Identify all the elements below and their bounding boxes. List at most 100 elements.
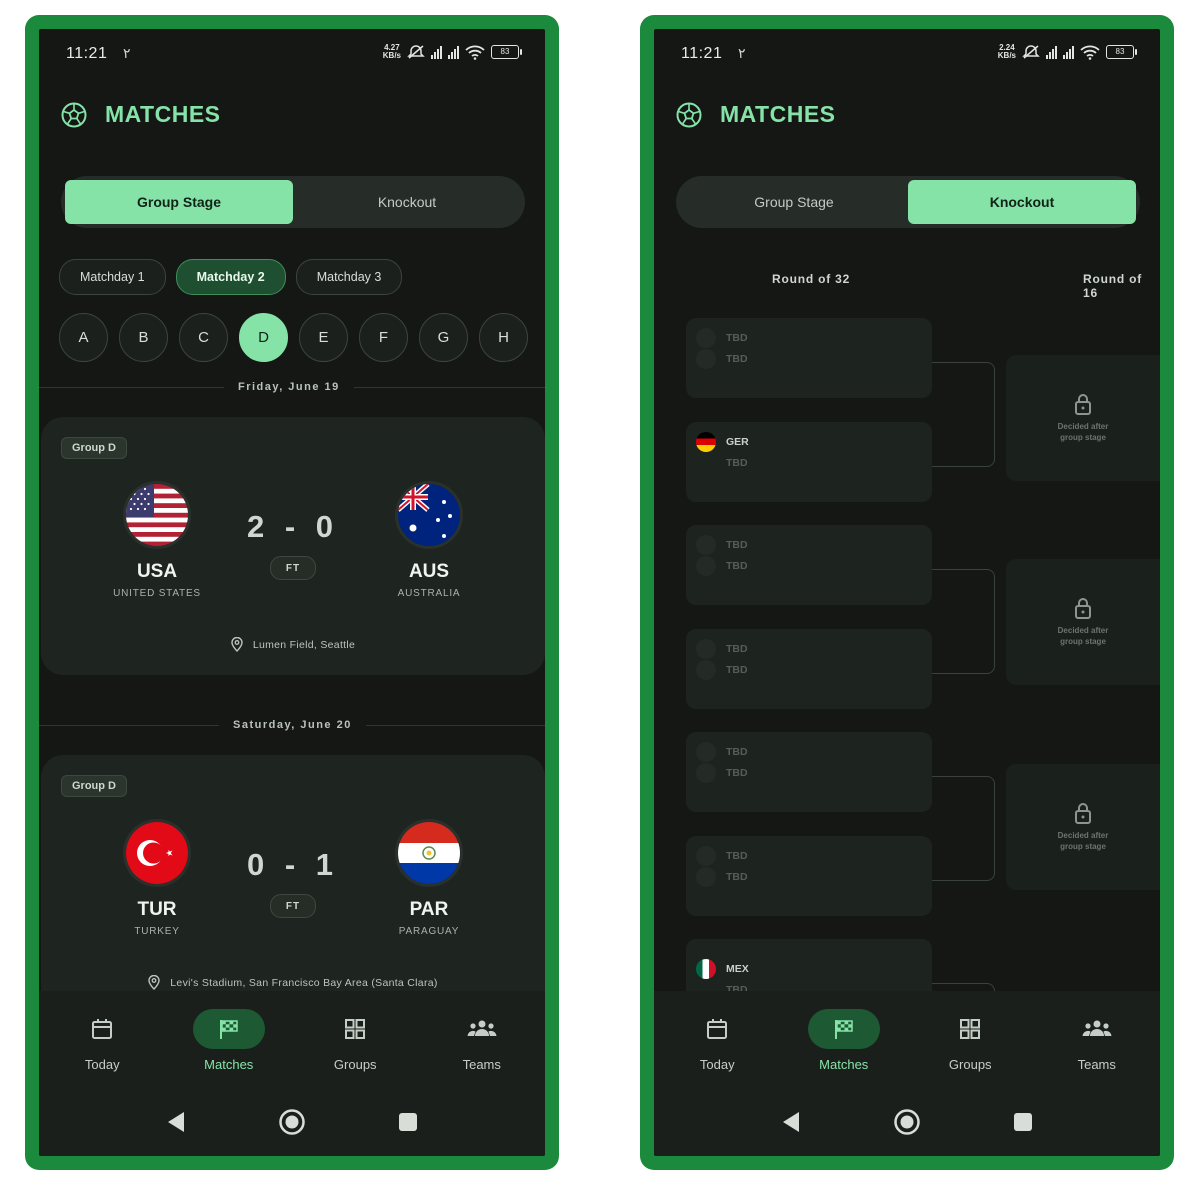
nav-today[interactable]: Today (654, 1009, 781, 1072)
away-team: PAR PARAGUAY (359, 819, 499, 937)
bracket-team: TBD (726, 539, 748, 551)
people-icon (1082, 1020, 1112, 1036)
team-flag-placeholder (696, 328, 716, 348)
away-team: AUS AUSTRALIA (359, 481, 499, 599)
signal-icon-2 (448, 45, 459, 59)
checkered-flag-icon (834, 1020, 853, 1039)
bracket-match[interactable]: GER TBD (686, 422, 932, 502)
mute-icon (1022, 45, 1040, 59)
group-g-button[interactable]: G (419, 313, 468, 362)
location-pin-icon (231, 637, 243, 652)
stage-toggle: Group Stage Knockout (61, 176, 525, 228)
matchday-selector: Matchday 1 Matchday 2 Matchday 3 (59, 259, 403, 295)
bracket-match[interactable]: TBD TBD (686, 732, 932, 812)
venue-name: Levi's Stadium, San Francisco Bay Area (… (170, 976, 438, 989)
match-card[interactable]: Group D TUR TURKEY 0 - 1 FT PAR PARAGUAY… (41, 755, 545, 1013)
team-flag-placeholder (696, 453, 716, 473)
tab-group-stage[interactable]: Group Stage (65, 180, 293, 224)
calendar-icon (707, 1019, 728, 1039)
group-a-button[interactable]: A (59, 313, 108, 362)
tab-knockout[interactable]: Knockout (293, 180, 521, 224)
bracket-match[interactable]: TBD TBD (686, 836, 932, 916)
decided-note-line2: group stage (1060, 433, 1106, 442)
lock-icon (1075, 394, 1091, 415)
group-badge: Group D (61, 775, 127, 797)
nav-today-label: Today (699, 1057, 735, 1072)
group-b-button[interactable]: B (119, 313, 168, 362)
calendar-icon (92, 1019, 113, 1039)
venue: Lumen Field, Seattle (41, 637, 545, 652)
system-nav (654, 1108, 1160, 1136)
team-flag-placeholder (696, 742, 716, 762)
bracket-team: TBD (726, 643, 748, 655)
recents-icon[interactable] (1013, 1112, 1033, 1132)
tab-group-stage[interactable]: Group Stage (680, 180, 908, 224)
venue-name: Lumen Field, Seattle (252, 638, 356, 651)
people-icon (467, 1020, 497, 1036)
nav-groups-label: Groups (948, 1057, 992, 1072)
back-icon[interactable] (781, 1111, 801, 1133)
away-team-name: PARAGUAY (398, 926, 460, 937)
date-label: Friday, June 19 (238, 381, 340, 393)
nav-matches[interactable]: Matches (166, 1009, 293, 1072)
round-of-16-slot: Decided after group stage (1006, 559, 1160, 685)
bracket-team: TBD (726, 664, 748, 676)
home-icon[interactable] (278, 1108, 306, 1136)
round-of-16-label: Round of 16 (1083, 272, 1143, 300)
home-team-code: TUR (137, 899, 177, 920)
grid-icon (345, 1019, 366, 1039)
carrier-icon: ۲ (123, 45, 131, 61)
match-score: 0 - 1 (246, 847, 340, 882)
nav-matches[interactable]: Matches (781, 1009, 908, 1072)
group-c-button[interactable]: C (179, 313, 228, 362)
home-team-name: UNITED STATES (113, 588, 201, 599)
page-title: MATCHES (105, 101, 221, 127)
home-icon[interactable] (893, 1108, 921, 1136)
carrier-icon: ۲ (738, 45, 746, 61)
nav-teams[interactable]: Teams (1034, 1009, 1161, 1072)
app-header: MATCHES (61, 101, 221, 128)
stage-toggle: Group Stage Knockout (676, 176, 1140, 228)
status-bar: 11:21 ۲ 2.24 KB/s 83 (654, 29, 1160, 81)
home-team-name: TURKEY (134, 926, 180, 937)
checkered-flag-icon (219, 1020, 238, 1039)
matchday-2-chip[interactable]: Matchday 2 (175, 259, 286, 295)
nav-matches-label: Matches (204, 1057, 254, 1072)
recents-icon[interactable] (398, 1112, 418, 1132)
bracket-match[interactable]: TBD TBD (686, 629, 932, 709)
phone-group-stage: 11:21 ۲ 4.27 KB/s 83 MATCHES Group Stage… (25, 15, 559, 1170)
network-speed-unit: KB/s (382, 51, 401, 60)
bracket-match[interactable]: TBD TBD (686, 318, 932, 398)
group-h-button[interactable]: H (479, 313, 528, 362)
bracket-team: TBD (726, 871, 748, 883)
nav-teams[interactable]: Teams (419, 1009, 546, 1072)
bracket-match[interactable]: TBD TBD (686, 525, 932, 605)
bracket-team: TBD (726, 746, 748, 758)
match-card[interactable]: Group D USA UNITED STATES 2 - 0 FT AUS A… (41, 417, 545, 675)
nav-today[interactable]: Today (39, 1009, 166, 1072)
match-score: 2 - 0 (246, 509, 340, 544)
away-team-code: AUS (408, 561, 450, 582)
tab-knockout[interactable]: Knockout (908, 180, 1136, 224)
mexico-flag-icon (696, 959, 716, 979)
matchday-3-chip[interactable]: Matchday 3 (295, 259, 403, 295)
match-status-badge: FT (270, 894, 316, 918)
group-d-button[interactable]: D (239, 313, 288, 362)
matchday-1-chip[interactable]: Matchday 1 (59, 259, 166, 295)
group-f-button[interactable]: F (359, 313, 408, 362)
turkey-flag-icon (123, 819, 191, 887)
group-e-button[interactable]: E (299, 313, 348, 362)
back-icon[interactable] (166, 1111, 186, 1133)
nav-groups[interactable]: Groups (292, 1009, 419, 1072)
team-flag-placeholder (696, 556, 716, 576)
nav-matches-label: Matches (819, 1057, 869, 1072)
bottom-nav: Today Matches Groups Teams (654, 991, 1160, 1156)
group-badge: Group D (61, 437, 127, 459)
decided-note-line1: Decided after (1057, 626, 1109, 635)
bracket-team: TBD (726, 850, 748, 862)
soccer-ball-icon (61, 102, 87, 127)
team-flag-placeholder (696, 846, 716, 866)
round-of-16-slot: Decided after group stage (1006, 355, 1160, 481)
nav-groups[interactable]: Groups (907, 1009, 1034, 1072)
status-bar: 11:21 ۲ 4.27 KB/s 83 (39, 29, 545, 81)
